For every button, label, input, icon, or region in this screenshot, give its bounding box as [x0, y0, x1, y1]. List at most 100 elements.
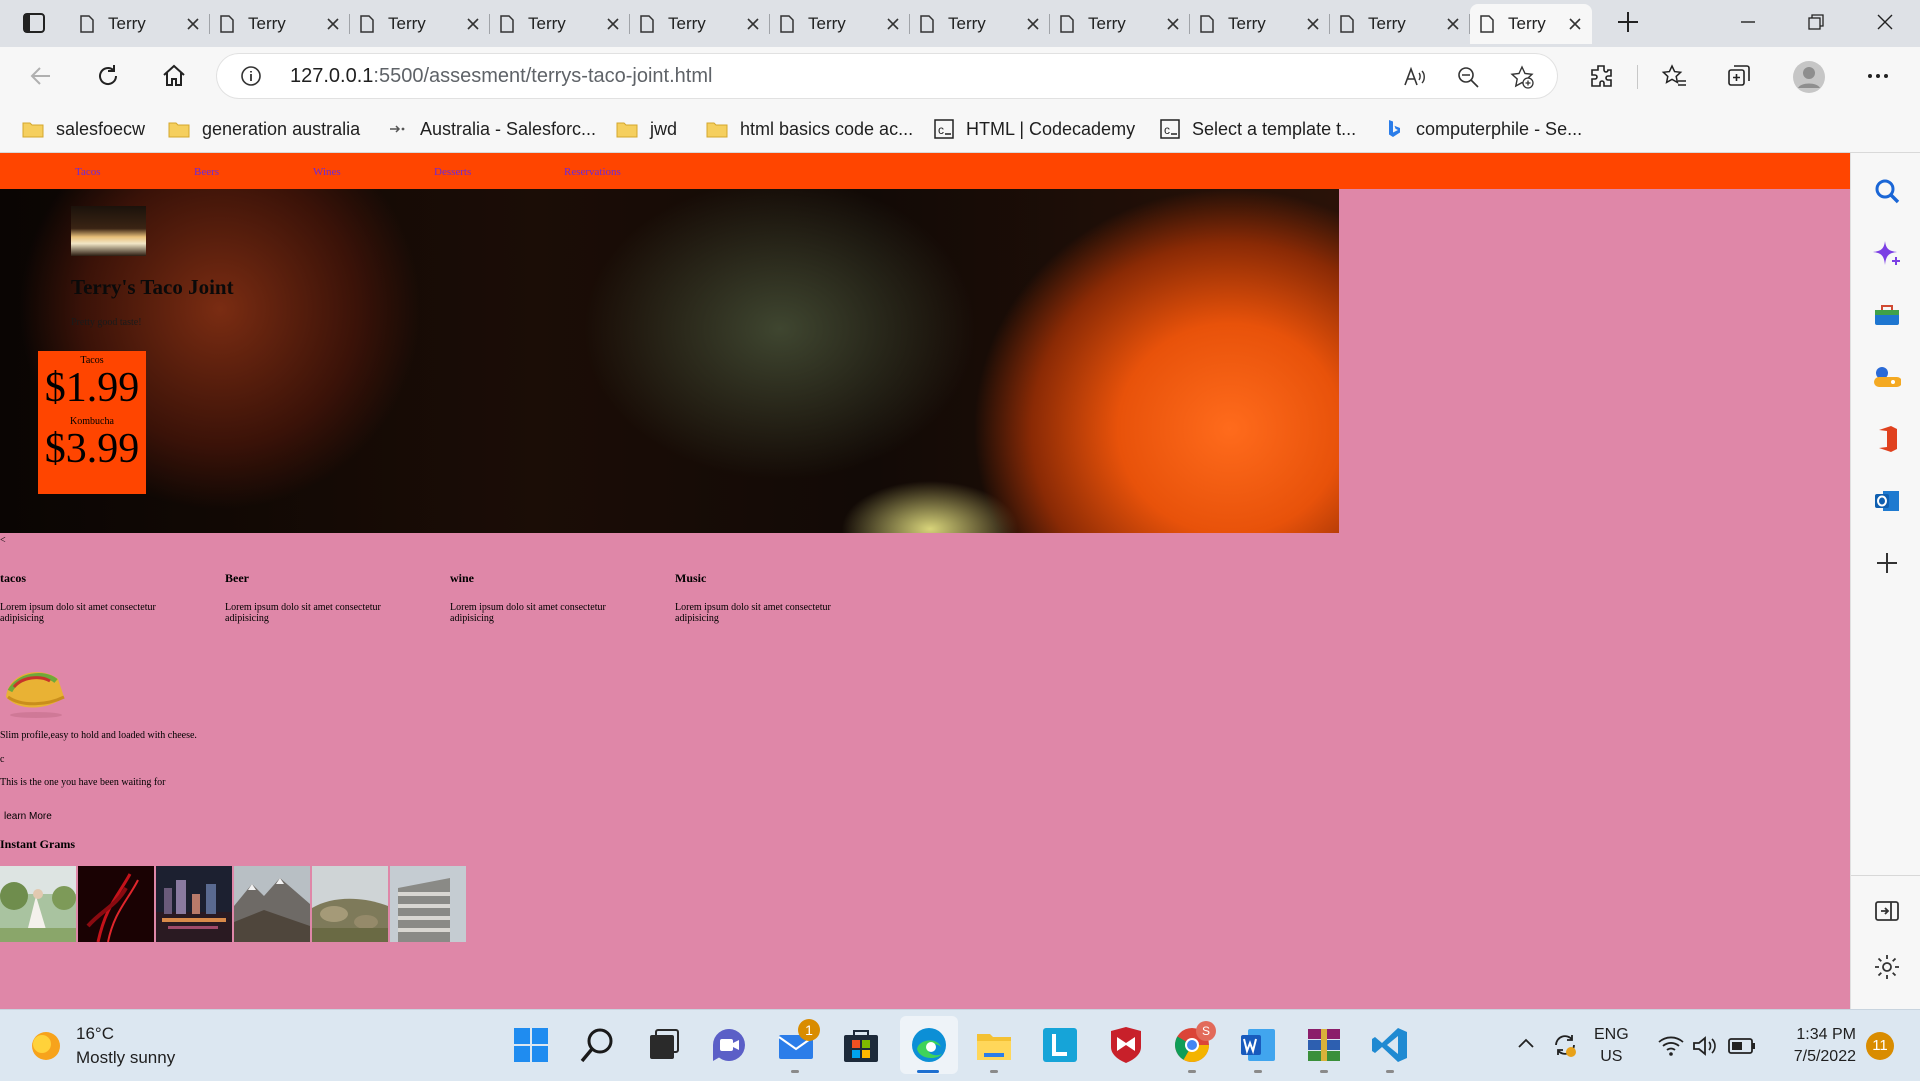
nav-link-beers[interactable]: Beers	[194, 166, 219, 178]
home-icon[interactable]	[161, 63, 187, 89]
battery-icon[interactable]	[1728, 1037, 1756, 1055]
word-icon[interactable]	[1238, 1025, 1278, 1065]
browser-tab[interactable]: Terry	[1050, 4, 1190, 44]
volume-icon[interactable]	[1692, 1034, 1718, 1058]
close-tab-icon[interactable]	[746, 17, 760, 31]
nav-link-reservations[interactable]: Reservations	[564, 166, 621, 178]
bookmark-codecademy[interactable]: c HTML | Codecademy	[934, 115, 1135, 143]
page-icon	[360, 15, 374, 33]
browser-tab[interactable]: Terry	[70, 4, 210, 44]
browser-tab[interactable]: Terry	[490, 4, 630, 44]
wifi-icon[interactable]	[1658, 1035, 1684, 1057]
browser-tab[interactable]: Terry	[350, 4, 490, 44]
learn-more-button[interactable]: learn More	[0, 810, 56, 823]
bookmark-computerphile[interactable]: computerphile - Se...	[1384, 115, 1582, 143]
address-bar[interactable]: 127.0.0.1:5500/assesment/terrys-taco-joi…	[216, 53, 1558, 99]
games-icon[interactable]	[1873, 363, 1901, 391]
browser-tab[interactable]: Terry	[210, 4, 350, 44]
gram-photo-building[interactable]	[390, 866, 466, 942]
refresh-icon[interactable]	[95, 63, 121, 89]
zoom-out-icon[interactable]	[1456, 65, 1480, 89]
collections-icon[interactable]	[1726, 63, 1752, 89]
close-window-icon[interactable]	[1877, 14, 1893, 30]
vscode-icon[interactable]	[1370, 1025, 1410, 1065]
task-view-icon[interactable]	[644, 1025, 684, 1065]
learning-app-icon[interactable]	[1040, 1025, 1080, 1065]
browser-tab[interactable]: Terry	[910, 4, 1050, 44]
toolbox-icon[interactable]	[1873, 301, 1901, 329]
new-tab-icon[interactable]	[1616, 10, 1640, 34]
browser-tab[interactable]: Terry	[770, 4, 910, 44]
close-tab-icon[interactable]	[1166, 17, 1180, 31]
close-tab-icon[interactable]	[1306, 17, 1320, 31]
active-browser-tab[interactable]: Terry	[1470, 4, 1592, 44]
start-windows-icon[interactable]	[511, 1025, 551, 1065]
instant-grams-title: Instant Grams	[0, 837, 76, 851]
gram-photo-red-lights[interactable]	[78, 866, 154, 942]
notification-count-badge[interactable]: 11	[1866, 1032, 1894, 1060]
profile-avatar-icon[interactable]	[1793, 61, 1825, 93]
browser-tab[interactable]: Terry	[1330, 4, 1470, 44]
close-tab-icon[interactable]	[466, 17, 480, 31]
feature-text: Lorem ipsum dolo sit amet consectetur ad…	[225, 602, 381, 624]
settings-gear-icon[interactable]	[1873, 953, 1901, 981]
add-icon[interactable]	[1873, 549, 1901, 577]
gram-photo-city-night[interactable]	[156, 866, 232, 942]
nav-link-desserts[interactable]: Desserts	[434, 166, 471, 178]
clock[interactable]: 1:34 PM 7/5/2022	[1776, 1024, 1856, 1068]
bookmark-select-template[interactable]: c Select a template t...	[1160, 115, 1356, 143]
close-tab-icon[interactable]	[606, 17, 620, 31]
back-arrow-icon[interactable]	[28, 63, 54, 89]
url-text[interactable]: 127.0.0.1:5500/assesment/terrys-taco-joi…	[290, 65, 712, 88]
gram-photo-mountains[interactable]	[234, 866, 310, 942]
search-taskbar-icon[interactable]	[578, 1025, 618, 1065]
office-icon[interactable]	[1873, 425, 1901, 453]
close-tab-icon[interactable]	[886, 17, 900, 31]
browser-tab[interactable]: Terry	[1190, 4, 1330, 44]
tab-actions-icon[interactable]	[22, 12, 46, 34]
sync-icon[interactable]	[1552, 1032, 1578, 1058]
close-tab-icon[interactable]	[326, 17, 340, 31]
favorites-icon[interactable]	[1661, 63, 1687, 89]
close-tab-icon[interactable]	[1446, 17, 1460, 31]
chevron-up-icon[interactable]	[1516, 1034, 1536, 1054]
bookmark-australia-salesforce[interactable]: Australia - Salesforc...	[388, 115, 596, 143]
gram-photo-rocky-field[interactable]	[312, 866, 388, 942]
sparkle-icon[interactable]	[1873, 239, 1901, 267]
nav-link-wines[interactable]: Wines	[313, 166, 341, 178]
file-explorer-icon[interactable]	[974, 1025, 1014, 1065]
bookmark-jwd[interactable]: jwd	[616, 115, 677, 143]
add-favorite-icon[interactable]	[1510, 65, 1534, 89]
close-tab-icon[interactable]	[186, 17, 200, 31]
read-aloud-icon[interactable]	[1402, 65, 1426, 89]
bookmark-html-basics[interactable]: html basics code ac...	[706, 115, 913, 143]
gram-photo-woman-in-meadow[interactable]	[0, 866, 76, 942]
clock-date: 7/5/2022	[1793, 1048, 1856, 1065]
bookmark-label: generation australia	[202, 118, 361, 139]
bookmark-generation-australia[interactable]: generation australia	[168, 115, 360, 143]
tab-label: Terry	[948, 14, 986, 33]
minimize-icon[interactable]	[1740, 14, 1756, 30]
close-tab-icon[interactable]	[1568, 17, 1582, 31]
site-info-icon[interactable]	[240, 65, 262, 87]
more-menu-icon[interactable]	[1865, 63, 1891, 89]
outlook-icon[interactable]	[1873, 487, 1901, 515]
close-tab-icon[interactable]	[1026, 17, 1040, 31]
extensions-icon[interactable]	[1588, 63, 1614, 89]
page-icon	[920, 15, 934, 33]
weather-widget[interactable]: 16°C Mostly sunny	[30, 1022, 175, 1070]
search-icon[interactable]	[1873, 177, 1901, 205]
mcafee-icon[interactable]	[1106, 1025, 1146, 1065]
edge-browser-icon[interactable]	[909, 1025, 949, 1065]
teams-chat-icon[interactable]	[709, 1025, 749, 1065]
hide-sidebar-icon[interactable]	[1873, 897, 1901, 925]
bookmark-salesfoecw[interactable]: salesfoecw	[22, 115, 145, 143]
nav-link-tacos[interactable]: Tacos	[75, 166, 101, 178]
winrar-icon[interactable]	[1304, 1025, 1344, 1065]
browser-tab[interactable]: Terry	[630, 4, 770, 44]
price-value-kombucha: $3.99	[44, 426, 140, 472]
restore-icon[interactable]	[1808, 14, 1824, 30]
stray-character: <	[0, 535, 6, 546]
microsoft-store-icon[interactable]	[841, 1025, 881, 1065]
input-language[interactable]: ENG US	[1594, 1024, 1629, 1068]
